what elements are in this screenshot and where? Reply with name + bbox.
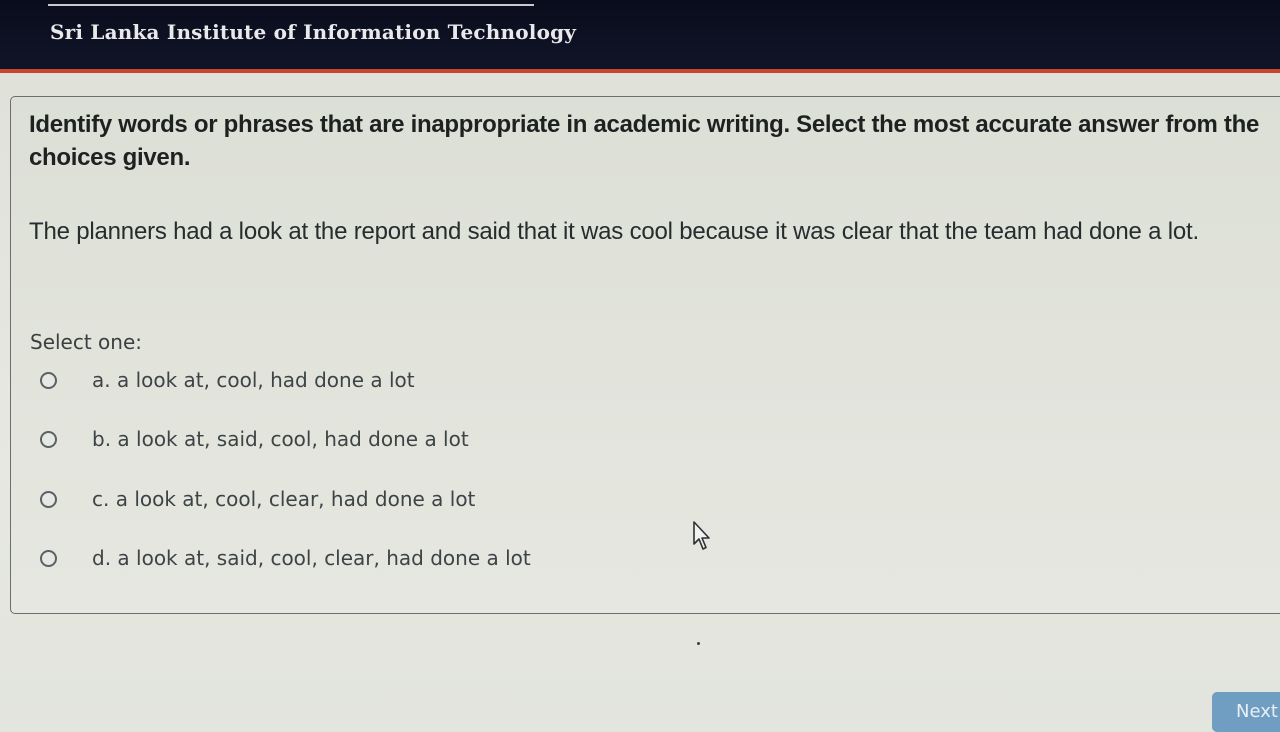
next-page-button[interactable]: Next [1212,692,1280,732]
radio-unchecked-icon[interactable] [40,430,57,448]
answer-option-a[interactable]: a. a look at, cool, had done a lot [36,362,656,398]
answer-option-label[interactable]: d. a look at, said, cool, clear, had don… [92,546,531,570]
answer-option-label[interactable]: a. a look at, cool, had done a lot [92,368,415,392]
mouse-pointer-icon [693,521,710,550]
radio-unchecked-icon[interactable] [40,490,57,508]
answer-option-c[interactable]: c. a look at, cool, clear, had done a lo… [36,481,656,517]
radio-unchecked-icon[interactable] [40,549,57,567]
site-header: Sri Lanka Institute of Information Techn… [0,0,1280,72]
screen-speck [697,642,700,645]
question-sentence: The planners had a look at the report an… [29,218,1199,245]
institution-name[interactable]: Sri Lanka Institute of Information Techn… [50,20,576,44]
radio-unchecked-icon[interactable] [40,371,57,389]
question-prompt: Identify words or phrases that are inapp… [29,111,1260,171]
answer-option-d[interactable]: d. a look at, said, cool, clear, had don… [36,540,656,576]
answer-option-label[interactable]: b. a look at, said, cool, had done a lot [92,427,469,451]
select-one-label: Select one: [30,330,143,354]
answer-option-label[interactable]: c. a look at, cool, clear, had done a lo… [92,487,475,511]
answer-option-b[interactable]: b. a look at, said, cool, had done a lot [36,421,656,457]
header-divider [48,4,534,6]
